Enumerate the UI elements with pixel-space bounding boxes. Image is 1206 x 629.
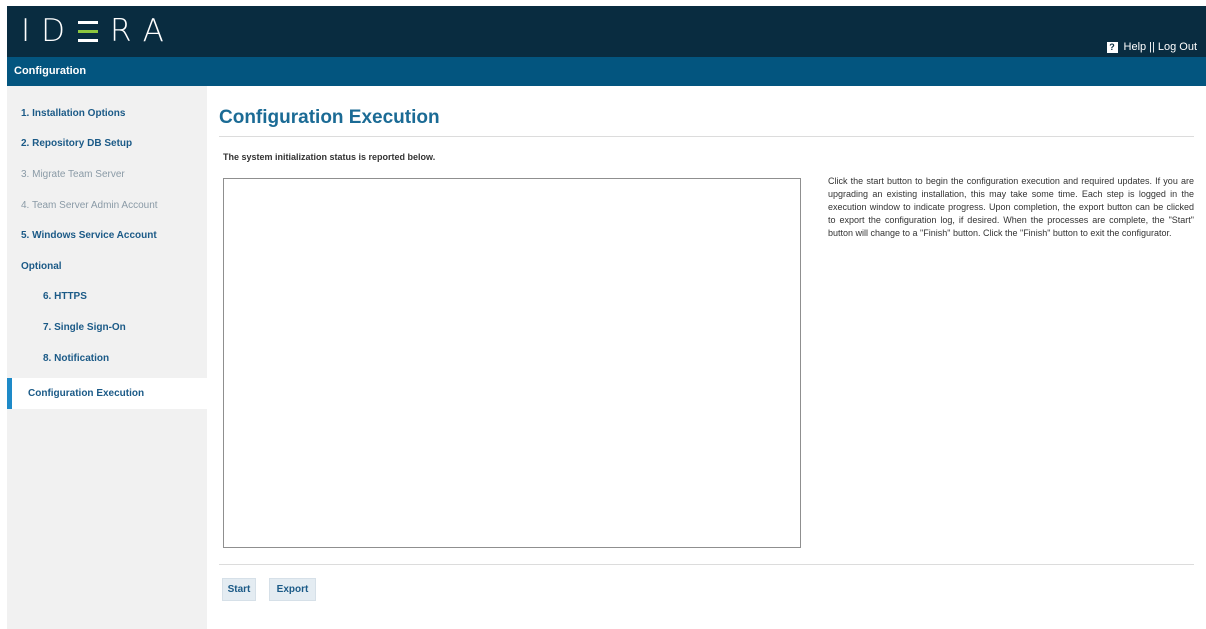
help-link[interactable]: Help xyxy=(1124,41,1147,53)
app-window: IDRA ? Help || Log Out Configuration 1. … xyxy=(7,6,1206,629)
link-separator: || xyxy=(1149,41,1155,53)
start-button[interactable]: Start xyxy=(222,578,256,601)
help-icon[interactable]: ? xyxy=(1106,41,1118,53)
sidebar-item-notification[interactable]: 8. Notification xyxy=(43,353,109,364)
top-header: IDRA ? Help || Log Out xyxy=(7,6,1206,57)
sidebar-item-label: Configuration Execution xyxy=(28,388,145,399)
sidebar-item-configuration-execution[interactable]: Configuration Execution xyxy=(7,378,207,409)
sidebar: 1. Installation Options 2. Repository DB… xyxy=(7,86,207,629)
status-text: The system initialization status is repo… xyxy=(223,152,436,162)
page-title: Configuration Execution xyxy=(219,107,440,128)
section-bar: Configuration xyxy=(7,57,1206,86)
idera-logo: IDRA xyxy=(21,13,175,49)
execution-log-box[interactable] xyxy=(223,178,801,548)
title-divider xyxy=(219,136,1194,137)
sidebar-item-repository-db-setup[interactable]: 2. Repository DB Setup xyxy=(21,138,132,149)
sidebar-item-single-sign-on[interactable]: 7. Single Sign-On xyxy=(43,322,126,333)
instructions-text: Click the start button to begin the conf… xyxy=(828,176,1194,239)
sidebar-item-team-server-admin-account: 4. Team Server Admin Account xyxy=(21,200,158,211)
footer-divider xyxy=(219,564,1194,565)
sidebar-item-migrate-team-server: 3. Migrate Team Server xyxy=(21,169,125,180)
logout-link[interactable]: Log Out xyxy=(1158,41,1197,53)
section-title: Configuration xyxy=(14,65,87,77)
header-links: ? Help || Log Out xyxy=(1106,41,1197,53)
sidebar-item-windows-service-account[interactable]: 5. Windows Service Account xyxy=(21,230,157,241)
sidebar-item-https[interactable]: 6. HTTPS xyxy=(43,291,87,302)
main-content: Configuration Execution The system initi… xyxy=(219,86,1194,629)
sidebar-heading-optional: Optional xyxy=(21,261,62,272)
export-button[interactable]: Export xyxy=(269,578,316,601)
sidebar-item-installation-options[interactable]: 1. Installation Options xyxy=(21,108,125,119)
